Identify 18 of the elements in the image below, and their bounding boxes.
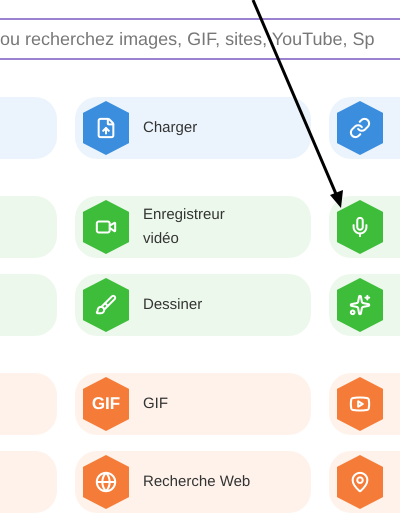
- option-tile[interactable]: Dessiner: [75, 274, 311, 336]
- option-tile[interactable]: GIF GIF: [75, 373, 311, 435]
- option-label: GIF: [143, 394, 169, 414]
- option-tile[interactable]: Enregistreur vidéo: [75, 196, 311, 258]
- option-label: Charger: [143, 118, 198, 138]
- option-tile[interactable]: Charger: [75, 97, 311, 159]
- map-pin-icon: [349, 471, 371, 493]
- option-tile[interactable]: Recherche Web: [75, 451, 311, 513]
- file-upload-icon: [95, 117, 117, 139]
- globe-icon: [95, 471, 117, 493]
- sparkles-icon: [349, 294, 371, 316]
- brush-icon: [95, 294, 117, 316]
- option-label: Dessiner: [143, 295, 204, 315]
- option-label: Recherche Web: [143, 472, 252, 492]
- option-label: Enregistreur vidéo: [143, 205, 226, 249]
- search-field[interactable]: ou recherchez images, GIF, sites, YouTube, Sp: [0, 18, 400, 60]
- gif-label: GIF: [92, 393, 120, 416]
- link-icon: [349, 117, 371, 139]
